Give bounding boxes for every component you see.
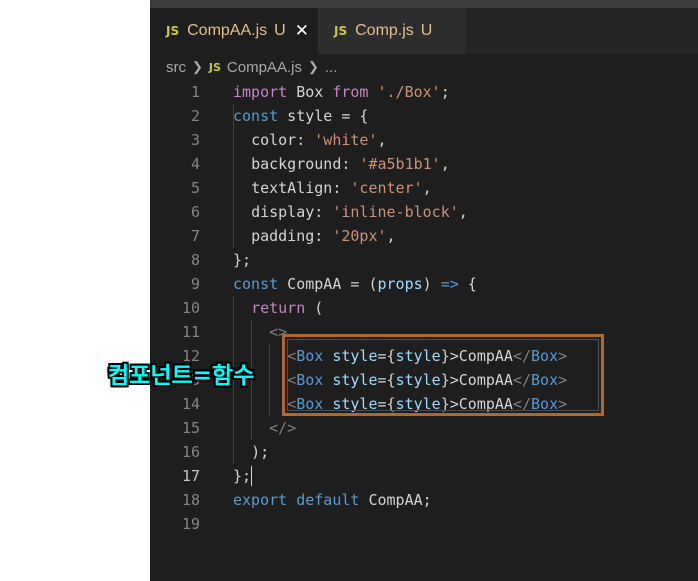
breadcrumb-symbols[interactable]: ...	[325, 59, 338, 76]
punct: :	[296, 131, 315, 149]
untracked-badge: U	[274, 22, 286, 39]
code-line: 8 };	[150, 248, 698, 272]
annotation-label: 컴포넌트=함수	[108, 363, 255, 389]
js-file-icon: JS	[208, 60, 221, 74]
line-number: 17	[181, 467, 200, 485]
code-line: 6 display: 'inline-block',	[150, 200, 698, 224]
parameter: props	[377, 275, 423, 293]
code-editor: JS CompAA.js U ✕ JS Comp.js U src ❯ JS C…	[150, 0, 698, 581]
punct: ,	[422, 179, 432, 197]
punct: ,	[458, 203, 468, 221]
line-number: 5	[190, 179, 200, 197]
code-line: 1 import Box from './Box';	[150, 80, 698, 104]
tab-comp[interactable]: JS Comp.js U	[318, 8, 466, 54]
keyword: import	[233, 83, 288, 101]
code-line: 3 color: 'white',	[150, 128, 698, 152]
title-strip	[150, 0, 698, 8]
punct: };	[233, 251, 252, 269]
property: textAlign	[251, 179, 333, 197]
line-number: 1	[190, 83, 200, 101]
punct: :	[332, 179, 351, 197]
string: 'inline-block'	[332, 203, 459, 221]
line-number: 19	[181, 515, 200, 533]
keyword: const	[233, 107, 279, 125]
highlight-inner-border	[287, 339, 599, 411]
line-number: 9	[190, 275, 200, 293]
jsx-fragment: </>	[269, 419, 297, 437]
identifier: CompAA = (	[278, 275, 378, 293]
punct: )	[422, 275, 441, 293]
keyword: from	[332, 83, 369, 101]
line-number: 14	[181, 395, 200, 413]
line-number: 3	[190, 131, 200, 149]
string: 'center'	[350, 179, 423, 197]
line-number: 15	[181, 419, 200, 437]
arrow-operator: =>	[440, 275, 459, 293]
punct: ,	[440, 155, 450, 173]
punct: );	[251, 443, 270, 461]
code-line: 15 </>	[150, 416, 698, 440]
line-number: 10	[181, 299, 200, 317]
punct: {	[458, 275, 477, 293]
string: '#a5b1b1'	[359, 155, 441, 173]
identifier: style = {	[278, 107, 369, 125]
property: background	[251, 155, 342, 173]
breadcrumb-folder[interactable]: src	[166, 59, 186, 76]
line-number: 7	[190, 227, 200, 245]
js-file-icon: JS	[166, 24, 180, 38]
keyword: return	[251, 299, 306, 317]
tab-compaa[interactable]: JS CompAA.js U ✕	[150, 8, 318, 54]
property: display	[251, 203, 315, 221]
punct: ,	[386, 227, 396, 245]
keyword: default	[287, 491, 360, 509]
code-line: 17 };	[150, 464, 698, 488]
string: 'white'	[314, 131, 378, 149]
js-file-icon: JS	[334, 24, 348, 38]
property: padding	[251, 227, 315, 245]
text-cursor	[251, 466, 252, 486]
chevron-right-icon: ❯	[307, 59, 319, 74]
punct: (	[305, 299, 324, 317]
line-number: 18	[181, 491, 200, 509]
line-number: 4	[190, 155, 200, 173]
punct: ,	[377, 131, 387, 149]
code-line: 18 export default CompAA;	[150, 488, 698, 512]
keyword: const	[233, 275, 279, 293]
code-line: 19	[150, 512, 698, 536]
code-line: 7 padding: '20px',	[150, 224, 698, 248]
untracked-badge: U	[420, 22, 433, 39]
chevron-right-icon: ❯	[192, 59, 203, 74]
punct: :	[341, 155, 360, 173]
code-line: 16 );	[150, 440, 698, 464]
code-line: 5 textAlign: 'center',	[150, 176, 698, 200]
code-line: 9 const CompAA = (props) => {	[150, 272, 698, 296]
line-number: 6	[190, 203, 200, 221]
punct: :	[314, 203, 333, 221]
line-number: 11	[181, 323, 200, 341]
code-line: 10 return (	[150, 296, 698, 320]
code-line: 4 background: '#a5b1b1',	[150, 152, 698, 176]
tab-label: CompAA.js	[187, 22, 268, 39]
identifier: Box	[287, 83, 333, 101]
line-number: 8	[190, 251, 200, 269]
breadcrumb: src ❯ JS CompAA.js ❯ ...	[150, 54, 698, 80]
punct: ;	[440, 83, 450, 101]
close-icon[interactable]: ✕	[295, 21, 309, 41]
breadcrumb-file[interactable]: CompAA.js	[227, 59, 302, 76]
string: '20px'	[332, 227, 387, 245]
string: './Box'	[377, 83, 441, 101]
line-number: 2	[190, 107, 200, 125]
punct: };	[233, 467, 252, 485]
line-number: 16	[181, 443, 200, 461]
keyword: export	[233, 491, 288, 509]
code-line: 2 const style = {	[150, 104, 698, 128]
identifier: CompAA;	[359, 491, 432, 509]
tab-label: Comp.js	[355, 22, 414, 39]
punct: :	[314, 227, 333, 245]
tab-bar: JS CompAA.js U ✕ JS Comp.js U	[150, 8, 698, 54]
property: color	[251, 131, 297, 149]
